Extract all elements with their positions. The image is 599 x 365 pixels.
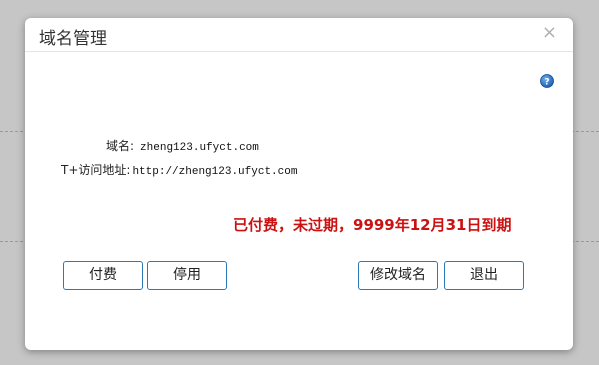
url-value: http://zheng123.ufyct.com	[132, 166, 298, 178]
question-circle-icon[interactable]: ?	[540, 74, 554, 88]
modify-domain-button[interactable]: 修改域名	[358, 261, 438, 290]
help-icon-glyph: ?	[544, 78, 549, 88]
exit-button[interactable]: 退出	[444, 261, 524, 290]
pay-button[interactable]: 付费	[63, 261, 143, 290]
domain-row: 域名: zheng123.ufyct.com	[106, 137, 259, 154]
domain-label: 域名:	[106, 139, 135, 153]
url-label: T+访问地址:	[61, 163, 131, 177]
disable-button[interactable]: 停用	[147, 261, 227, 290]
domain-management-dialog: 域名管理 × ? 域名: zheng123.ufyct.com T+访问地址: ht…	[25, 18, 573, 350]
url-row: T+访问地址: http://zheng123.ufyct.com	[61, 161, 297, 178]
domain-value: zheng123.ufyct.com	[140, 142, 259, 154]
dialog-header: 域名管理 ×	[25, 18, 573, 52]
payment-status-text: 已付费，未过期，9999年12月31日到期	[233, 216, 512, 234]
dialog-title: 域名管理	[39, 29, 107, 49]
close-icon[interactable]: ×	[542, 23, 557, 43]
